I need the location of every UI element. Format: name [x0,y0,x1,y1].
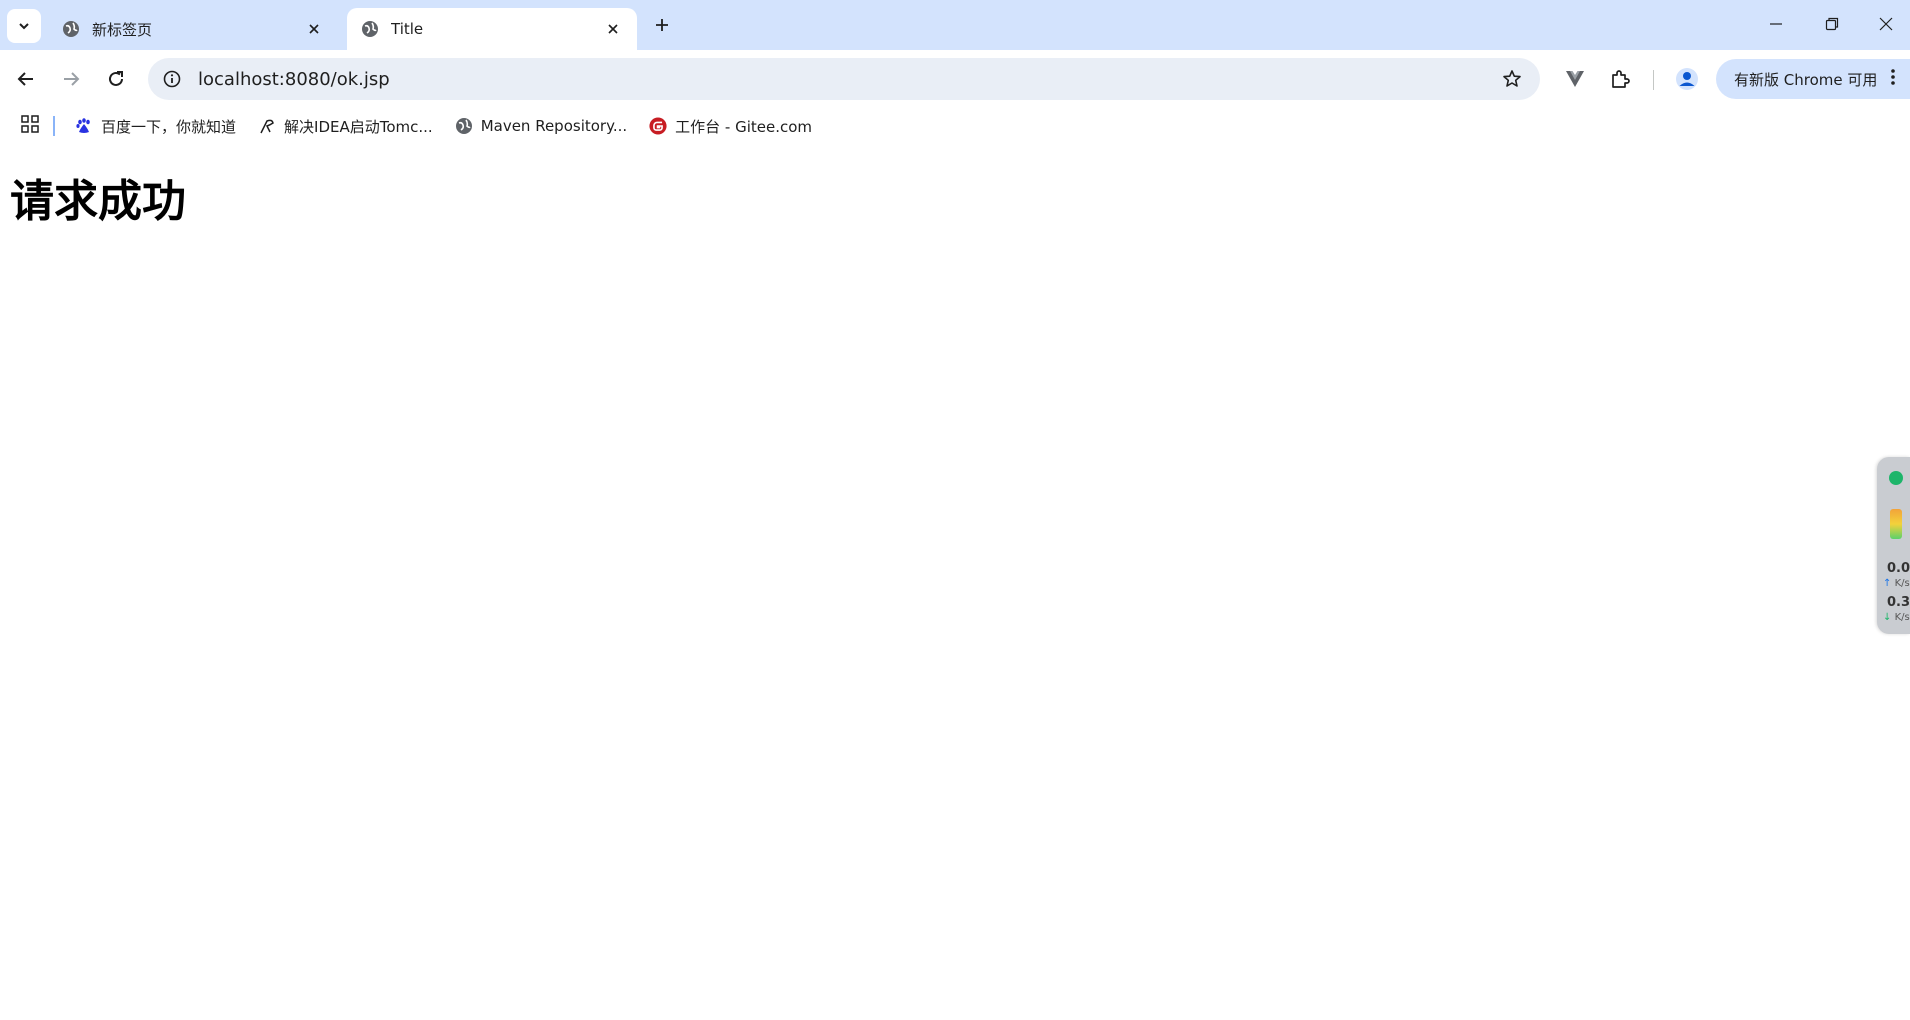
chevron-down-icon [19,23,29,30]
address-bar[interactable]: localhost:8080/ok.jsp [148,58,1540,100]
upload-speed-unit: ↑ K/s [1883,578,1910,589]
bookmark-baidu[interactable]: 百度一下，你就知道 [75,116,236,137]
more-options-icon[interactable] [1891,68,1896,90]
close-icon [608,24,618,34]
bookmarks-separator [53,116,55,136]
gitee-icon [649,117,667,135]
minimize-button[interactable] [1752,4,1800,44]
restore-button[interactable] [1808,4,1856,44]
minimize-icon [1770,23,1782,25]
bookmark-label: Maven Repository... [480,117,628,135]
network-speed-widget[interactable]: 0.0 ↑ K/s 0.3 ↓ K/s [1877,457,1910,634]
bookmark-gitee[interactable]: 工作台 - Gitee.com [649,116,812,137]
bookmark-maven[interactable]: Maven Repository... [455,117,627,135]
close-window-button[interactable] [1862,4,1910,44]
info-icon [163,70,181,88]
restore-icon [1825,17,1839,31]
bookmarks-bar: 百度一下，你就知道 解决IDEA启动Tomc... Maven Reposito… [0,108,1910,144]
tab-close-button[interactable] [603,19,623,39]
download-unit-label: K/s [1894,612,1910,623]
puzzle-icon [1612,70,1630,88]
level-bar [1890,509,1902,539]
bookmark-label: 工作台 - Gitee.com [675,117,813,136]
toolbar-divider [1653,70,1654,90]
upload-unit-label: K/s [1894,578,1910,589]
bookmark-idea-tomcat[interactable]: 解决IDEA启动Tomc... [258,116,433,137]
download-speed-value: 0.3 [1887,595,1910,610]
update-label: 有新版 Chrome 可用 [1734,70,1878,89]
vue-devtools-button[interactable] [1558,62,1592,96]
tab-title: Title [391,20,424,38]
status-dot [1889,471,1903,485]
tab-close-button[interactable] [304,19,324,39]
tab-title: 新标签页 [92,20,153,39]
star-icon [1503,70,1521,87]
forward-button[interactable] [54,62,88,96]
extensions-button[interactable] [1603,62,1637,96]
back-button[interactable] [9,62,43,96]
tab-search-button[interactable] [7,9,41,43]
site-info-button[interactable] [152,70,192,88]
arrow-left-icon [17,72,33,86]
avatar-icon [1676,68,1698,90]
bookmark-star-button[interactable] [1492,69,1532,89]
tab-title-page[interactable]: Title [347,8,637,50]
close-icon [1879,17,1893,31]
globe-icon [455,117,473,135]
bookmark-label: 解决IDEA启动Tomc... [284,117,433,136]
apps-button[interactable] [21,115,39,137]
feather-icon [258,117,276,135]
tab-strip: 新标签页 Title [0,0,1910,50]
arrow-up-icon: ↑ [1883,578,1892,589]
globe-icon [63,21,79,37]
download-speed-unit: ↓ K/s [1883,612,1910,623]
bookmark-label: 百度一下，你就知道 [101,117,237,136]
vue-icon [1566,71,1584,87]
new-tab-button[interactable] [648,11,676,39]
plus-icon [656,19,668,31]
chrome-update-button[interactable]: 有新版 Chrome 可用 [1716,59,1910,99]
reload-icon [109,71,123,86]
reload-button[interactable] [99,62,133,96]
browser-toolbar: localhost:8080/ok.jsp 有新版 Chrome 可用 [0,50,1910,108]
arrow-down-icon: ↓ [1883,612,1892,623]
apps-grid-icon [21,115,39,133]
tab-new-tab[interactable]: 新标签页 [48,8,338,50]
arrow-right-icon [64,72,80,86]
profile-button[interactable] [1670,62,1704,96]
upload-speed-value: 0.0 [1887,561,1910,576]
page-heading: 请求成功 [10,176,186,227]
baidu-icon [75,117,93,135]
close-icon [309,24,319,34]
url-text[interactable]: localhost:8080/ok.jsp [198,69,1492,90]
globe-icon [362,21,378,37]
